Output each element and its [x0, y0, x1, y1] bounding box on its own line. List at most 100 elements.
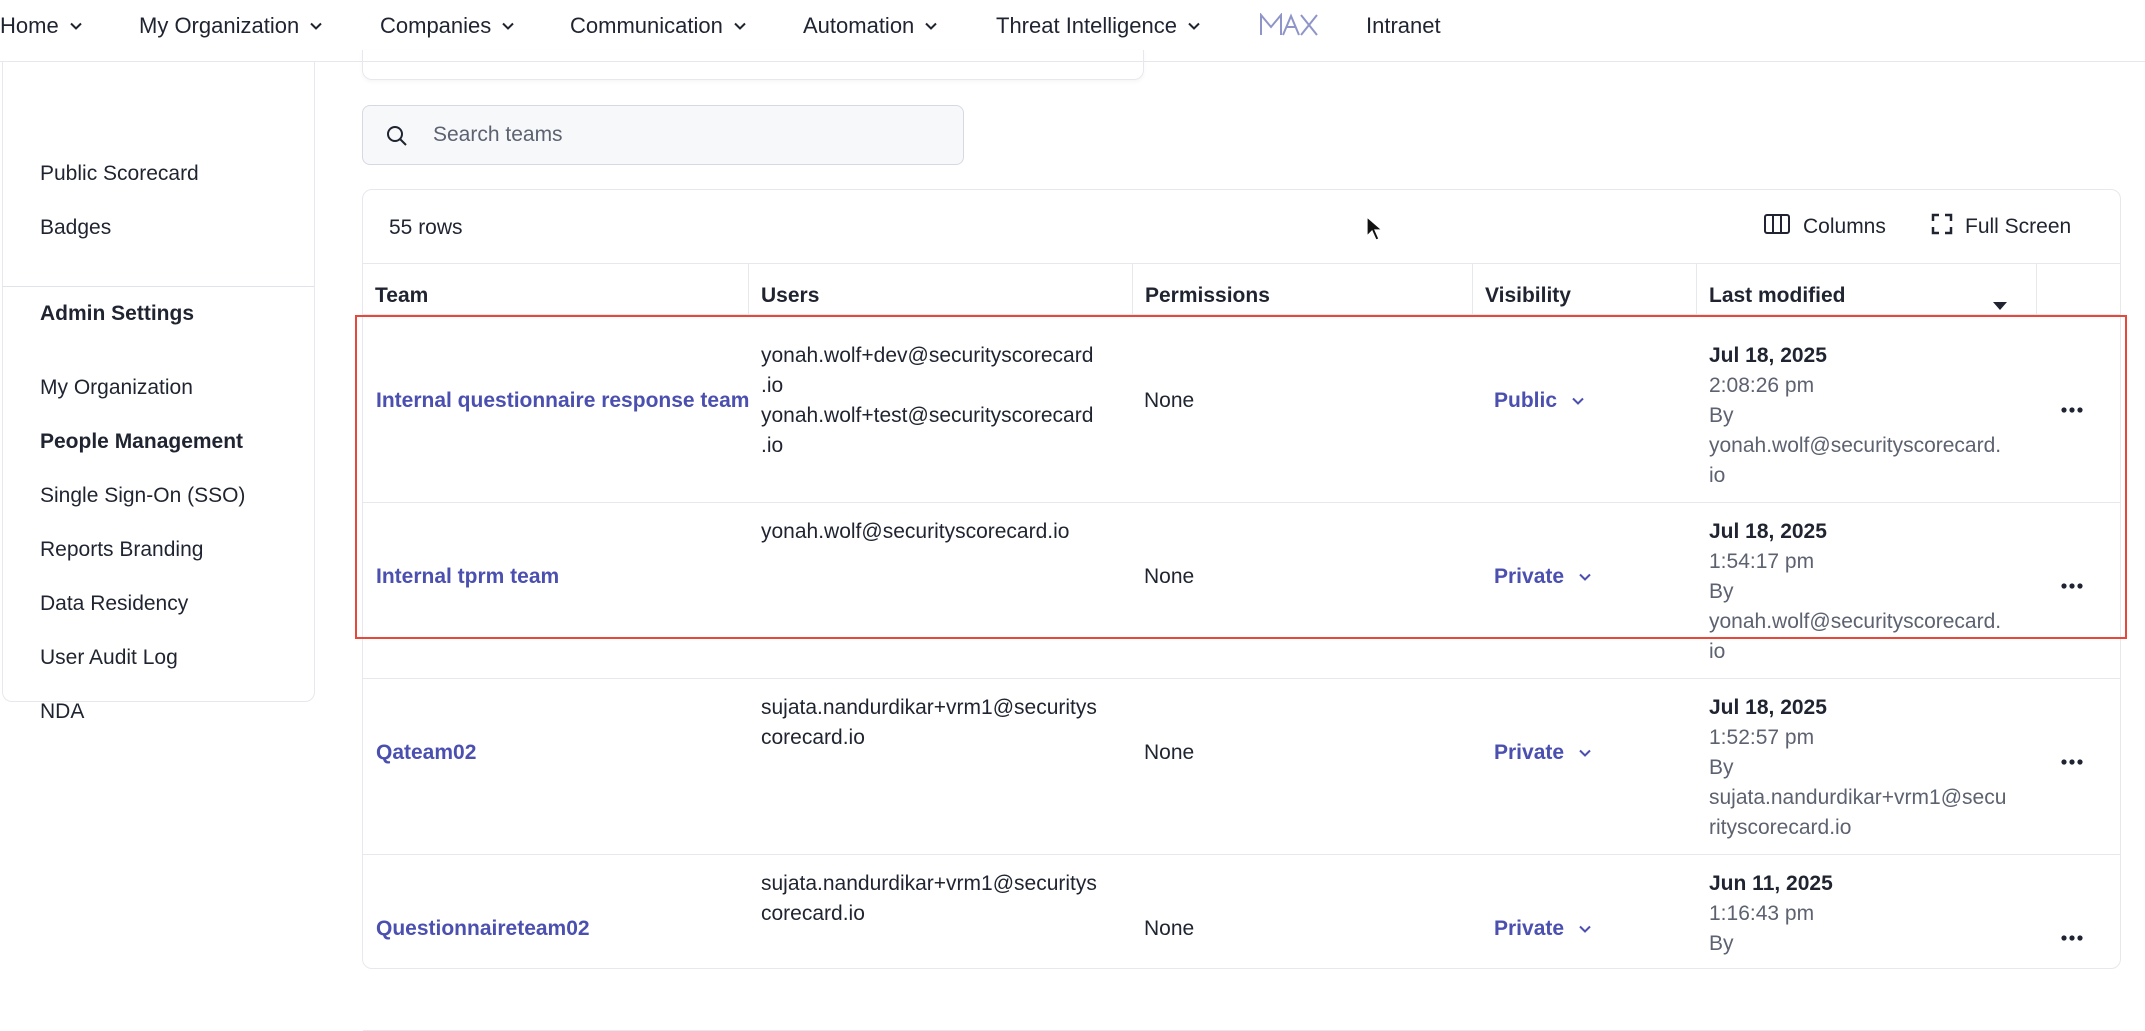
max-logo-icon[interactable]: [1259, 12, 1319, 42]
columns-button[interactable]: Columns: [1763, 213, 1886, 241]
chevron-down-icon: [1571, 394, 1585, 408]
modified-by-user: yonah.wolf@securityscorecard.: [1709, 434, 2002, 457]
modified-date: Jun 11, 2025: [1709, 872, 1833, 895]
table-row: Qateam02 sujata.nandurdikar+vrm1@securit…: [363, 679, 2120, 855]
visibility-dropdown[interactable]: Private: [1494, 562, 1592, 592]
chevron-down-icon: [69, 19, 83, 33]
team-link[interactable]: Internal tprm team: [376, 562, 559, 592]
nav-communication[interactable]: Communication: [570, 0, 747, 52]
team-link[interactable]: Questionnaireteam02: [376, 914, 590, 944]
sidebar-item-user-audit-log[interactable]: User Audit Log: [40, 646, 178, 670]
modified-by-user: rityscorecard.io: [1709, 816, 1852, 839]
table-row: Internal tprm team yonah.wolf@securitysc…: [363, 503, 2120, 679]
modified-time: 2:08:26 pm: [1709, 374, 1815, 397]
column-header-visibility[interactable]: Visibility: [1473, 264, 1697, 316]
user-email: yonah.wolf@securityscorecard.io: [761, 520, 1070, 543]
fullscreen-icon: [1931, 213, 1953, 241]
last-modified-cell: Jul 18, 2025 2:08:26 pm By yonah.wolf@se…: [1709, 341, 2001, 491]
users-cell: yonah.wolf+dev@securityscorecard .io yon…: [761, 341, 1093, 461]
modified-time: 1:16:43 pm: [1709, 902, 1815, 925]
sidebar-item-my-organization[interactable]: My Organization: [40, 376, 193, 400]
modified-by-user: io: [1709, 640, 1726, 663]
permissions-cell: None: [1144, 565, 1195, 588]
sidebar-admin-heading: Admin Settings: [40, 302, 195, 325]
user-email: sujata.nandurdikar+vrm1@securitys: [761, 696, 1097, 719]
visibility-dropdown[interactable]: Public: [1494, 386, 1585, 416]
mouse-cursor-icon: [1366, 215, 1384, 247]
rows-count: 55 rows: [389, 216, 463, 239]
modified-date: Jul 18, 2025: [1709, 344, 1827, 367]
fullscreen-label: Full Screen: [1965, 215, 2072, 238]
modified-by-label: By: [1709, 932, 1734, 955]
chevron-down-icon: [309, 19, 323, 33]
table-header-row: Team Users Permissions Visibility Last m…: [363, 263, 2120, 316]
more-options-icon[interactable]: [2061, 576, 2083, 594]
nav-label: Companies: [380, 13, 492, 38]
sidebar-item-public-scorecard[interactable]: Public Scorecard: [40, 162, 199, 186]
modified-by-label: By: [1709, 756, 1734, 779]
full-screen-button[interactable]: Full Screen: [1931, 213, 2071, 241]
user-email: .io: [761, 374, 784, 397]
modified-by-user: io: [1709, 464, 1726, 487]
columns-label: Columns: [1803, 215, 1886, 238]
nav-label: Home: [0, 13, 59, 38]
visibility-dropdown[interactable]: Private: [1494, 738, 1592, 768]
nav-intranet[interactable]: Intranet: [1366, 0, 1441, 52]
visibility-label: Private: [1494, 741, 1565, 764]
column-header-label: Last modified: [1709, 284, 1846, 307]
column-header-team[interactable]: Team: [363, 264, 749, 316]
nav-home[interactable]: Home: [0, 0, 83, 52]
sidebar-item-data-residency[interactable]: Data Residency: [40, 592, 188, 616]
more-options-icon[interactable]: [2061, 752, 2083, 770]
modified-time: 1:54:17 pm: [1709, 550, 1815, 573]
visibility-label: Private: [1494, 565, 1565, 588]
last-modified-cell: Jun 11, 2025 1:16:43 pm By: [1709, 869, 1833, 959]
team-link[interactable]: Qateam02: [376, 738, 476, 768]
chevron-down-icon: [1578, 746, 1592, 760]
search-input[interactable]: [433, 118, 943, 152]
user-email: yonah.wolf+test@securityscorecard: [761, 404, 1094, 427]
visibility-label: Private: [1494, 917, 1565, 940]
chevron-down-icon: [1578, 570, 1592, 584]
sidebar-item-reports-branding[interactable]: Reports Branding: [40, 538, 203, 562]
chevron-down-icon: [733, 19, 747, 33]
users-cell: sujata.nandurdikar+vrm1@securitys coreca…: [761, 869, 1097, 929]
nav-automation[interactable]: Automation: [803, 0, 938, 52]
nav-label: Automation: [803, 13, 915, 38]
column-header-permissions[interactable]: Permissions: [1133, 264, 1473, 316]
sidebar-item-nda[interactable]: NDA: [40, 700, 84, 724]
search-box[interactable]: [362, 105, 964, 165]
user-email: yonah.wolf+dev@securityscorecard: [761, 344, 1094, 367]
more-options-icon[interactable]: [2061, 400, 2083, 418]
top-card: [362, 50, 1144, 80]
nav-my-organization[interactable]: My Organization: [139, 0, 323, 52]
column-header-users[interactable]: Users: [749, 264, 1133, 316]
chevron-down-icon: [501, 19, 515, 33]
user-email: corecard.io: [761, 726, 865, 749]
nav-label: Threat Intelligence: [996, 13, 1177, 38]
chevron-down-icon: [1187, 19, 1201, 33]
users-cell: yonah.wolf@securityscorecard.io: [761, 517, 1069, 547]
column-header-last-modified[interactable]: Last modified: [1697, 264, 2037, 316]
sidebar-item-badges[interactable]: Badges: [40, 216, 111, 240]
nav-threat-intelligence[interactable]: Threat Intelligence: [996, 0, 1201, 52]
nav-label: My Organization: [139, 13, 300, 38]
permissions-cell: None: [1144, 389, 1195, 412]
sidebar-item-sso[interactable]: Single Sign-On (SSO): [40, 484, 245, 508]
chevron-down-icon: [924, 19, 938, 33]
more-options-icon[interactable]: [2061, 928, 2083, 946]
nav-label: Communication: [570, 13, 723, 38]
table-row: Internal questionnaire response team yon…: [363, 327, 2120, 503]
nav-companies[interactable]: Companies: [380, 0, 515, 52]
visibility-label: Public: [1494, 389, 1558, 412]
sidebar-item-people-management[interactable]: People Management: [40, 430, 243, 454]
chevron-down-icon: [1578, 922, 1592, 936]
visibility-dropdown[interactable]: Private: [1494, 914, 1592, 944]
last-modified-cell: Jul 18, 2025 1:52:57 pm By sujata.nandur…: [1709, 693, 2006, 843]
modified-date: Jul 18, 2025: [1709, 696, 1827, 719]
search-icon: [385, 124, 409, 153]
team-link[interactable]: Internal questionnaire response team: [376, 386, 749, 416]
user-email: .io: [761, 434, 784, 457]
permissions-cell: None: [1144, 741, 1195, 764]
sort-descending-icon[interactable]: [1992, 293, 2008, 317]
